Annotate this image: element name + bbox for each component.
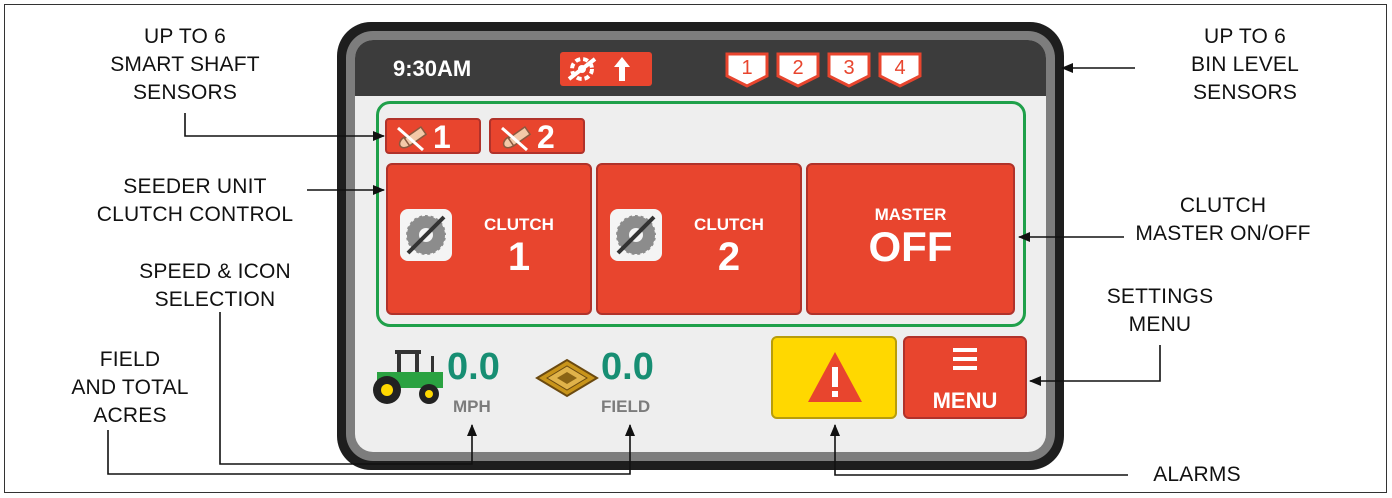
leader-speed-icon bbox=[219, 312, 477, 465]
leader-lines bbox=[107, 63, 1161, 476]
leader-smart-shaft bbox=[184, 113, 385, 141]
leader-alarms bbox=[830, 424, 1128, 476]
leader-settings-menu bbox=[1029, 345, 1161, 386]
leader-field-acres bbox=[107, 424, 635, 475]
